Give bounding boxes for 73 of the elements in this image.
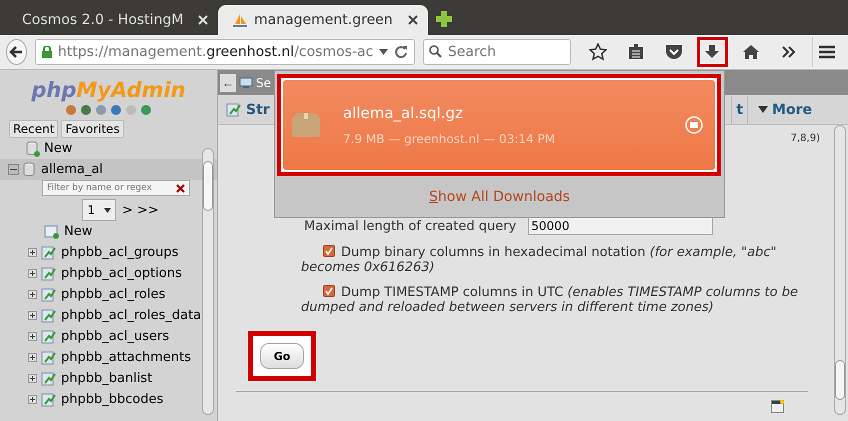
console-icon[interactable]: [771, 400, 784, 413]
main-scrollbar[interactable]: [834, 125, 846, 415]
new-tab-icon[interactable]: [436, 11, 452, 27]
checkbox[interactable]: [323, 245, 335, 257]
back-arrow-icon: [9, 46, 24, 58]
expand-icon[interactable]: [28, 248, 37, 257]
expand-icon[interactable]: [28, 395, 37, 404]
url-field[interactable]: https://management.greenhost.nl/cosmos-ac: [34, 39, 415, 65]
go-button[interactable]: Go: [260, 343, 304, 369]
table-icon: [41, 330, 57, 344]
server-icon: [239, 76, 253, 88]
table-link[interactable]: phpbb_acl_roles_data: [61, 308, 202, 323]
table-icon: [41, 350, 57, 364]
dropdown-icon[interactable]: [378, 49, 388, 55]
expand-icon[interactable]: [28, 269, 37, 278]
expand-icon[interactable]: [28, 311, 37, 320]
table-link[interactable]: phpbb_acl_users: [61, 329, 170, 344]
table-link[interactable]: phpbb_acl_roles: [61, 287, 166, 302]
partial-text: 7,8,9): [790, 133, 820, 144]
table-icon: [41, 308, 57, 322]
table-icon: [226, 102, 242, 116]
clipboard-icon: [628, 44, 644, 60]
table-link[interactable]: phpbb_attachments: [61, 350, 192, 365]
new-table-icon: [44, 224, 60, 238]
page-select[interactable]: 1: [82, 199, 116, 221]
new-table-link[interactable]: New: [64, 224, 92, 239]
new-database-link[interactable]: New: [44, 141, 72, 156]
back-button[interactable]: [6, 39, 27, 65]
new-database-icon: [26, 140, 40, 156]
table-icon: [41, 246, 57, 260]
caret-icon: [758, 106, 768, 113]
table-link[interactable]: phpbb_bbcodes: [61, 392, 164, 407]
filter-field[interactable]: Filter by name or regex: [42, 180, 190, 196]
sidebar-tab-button[interactable]: Favorites: [61, 120, 124, 138]
browser-tab[interactable]: Cosmos 2.0 - HostingM: [8, 5, 218, 35]
pocket-icon: [664, 44, 683, 60]
expand-icon[interactable]: [28, 353, 37, 362]
option-label[interactable]: Dump TIMESTAMP columns in UTC (enables TIMESTAMP columns to be dumped and reloaded between servers in different time zones): [301, 285, 808, 315]
search-field[interactable]: Search: [422, 39, 571, 65]
file-name: allema_al.sql.gz: [343, 104, 464, 122]
sidebar-tab-button[interactable]: Recent: [9, 120, 58, 138]
expand-icon[interactable]: [28, 332, 37, 341]
table-link[interactable]: phpbb_acl_groups: [61, 245, 179, 260]
close-icon[interactable]: [408, 15, 418, 25]
query-length-field[interactable]: 50000: [528, 217, 714, 235]
query-length-label: Maximal length of created query: [304, 218, 516, 234]
download-icon: [704, 44, 720, 60]
table-link[interactable]: phpbb_banlist: [61, 371, 152, 386]
expand-icon[interactable]: [28, 374, 37, 383]
caret-icon: [104, 208, 111, 212]
sidebar-scrollbar[interactable]: [202, 148, 214, 415]
table-icon: [41, 288, 57, 302]
package-icon: [291, 112, 321, 138]
database-icon: [23, 162, 37, 178]
expand-icon[interactable]: [28, 290, 37, 299]
menu-icon: [818, 45, 836, 59]
table-icon: [41, 372, 57, 386]
star-icon: [588, 43, 607, 61]
collapse-icon[interactable]: [8, 164, 19, 175]
chevrons-icon: [782, 46, 796, 58]
download-button[interactable]: [696, 37, 728, 67]
table-icon: [41, 392, 57, 406]
download-details: 7.9 MB — greenhost.nl — 03:14 PM: [343, 132, 556, 146]
phpmyadmin-logo: phpMyAdmin: [30, 78, 187, 102]
checkbox[interactable]: [323, 285, 335, 297]
pager-arrows[interactable]: > >>: [122, 202, 159, 218]
option-label[interactable]: Dump binary columns in hexadecimal notation (for example, "abc" becomes 0x616263): [301, 245, 808, 275]
table-link[interactable]: phpbb_acl_options: [61, 266, 182, 281]
lock-icon: [42, 46, 52, 58]
table-icon: [41, 266, 57, 280]
clear-icon[interactable]: [176, 184, 185, 192]
browser-tab[interactable]: management.green: [218, 5, 428, 35]
sailboat-icon: [232, 13, 248, 27]
